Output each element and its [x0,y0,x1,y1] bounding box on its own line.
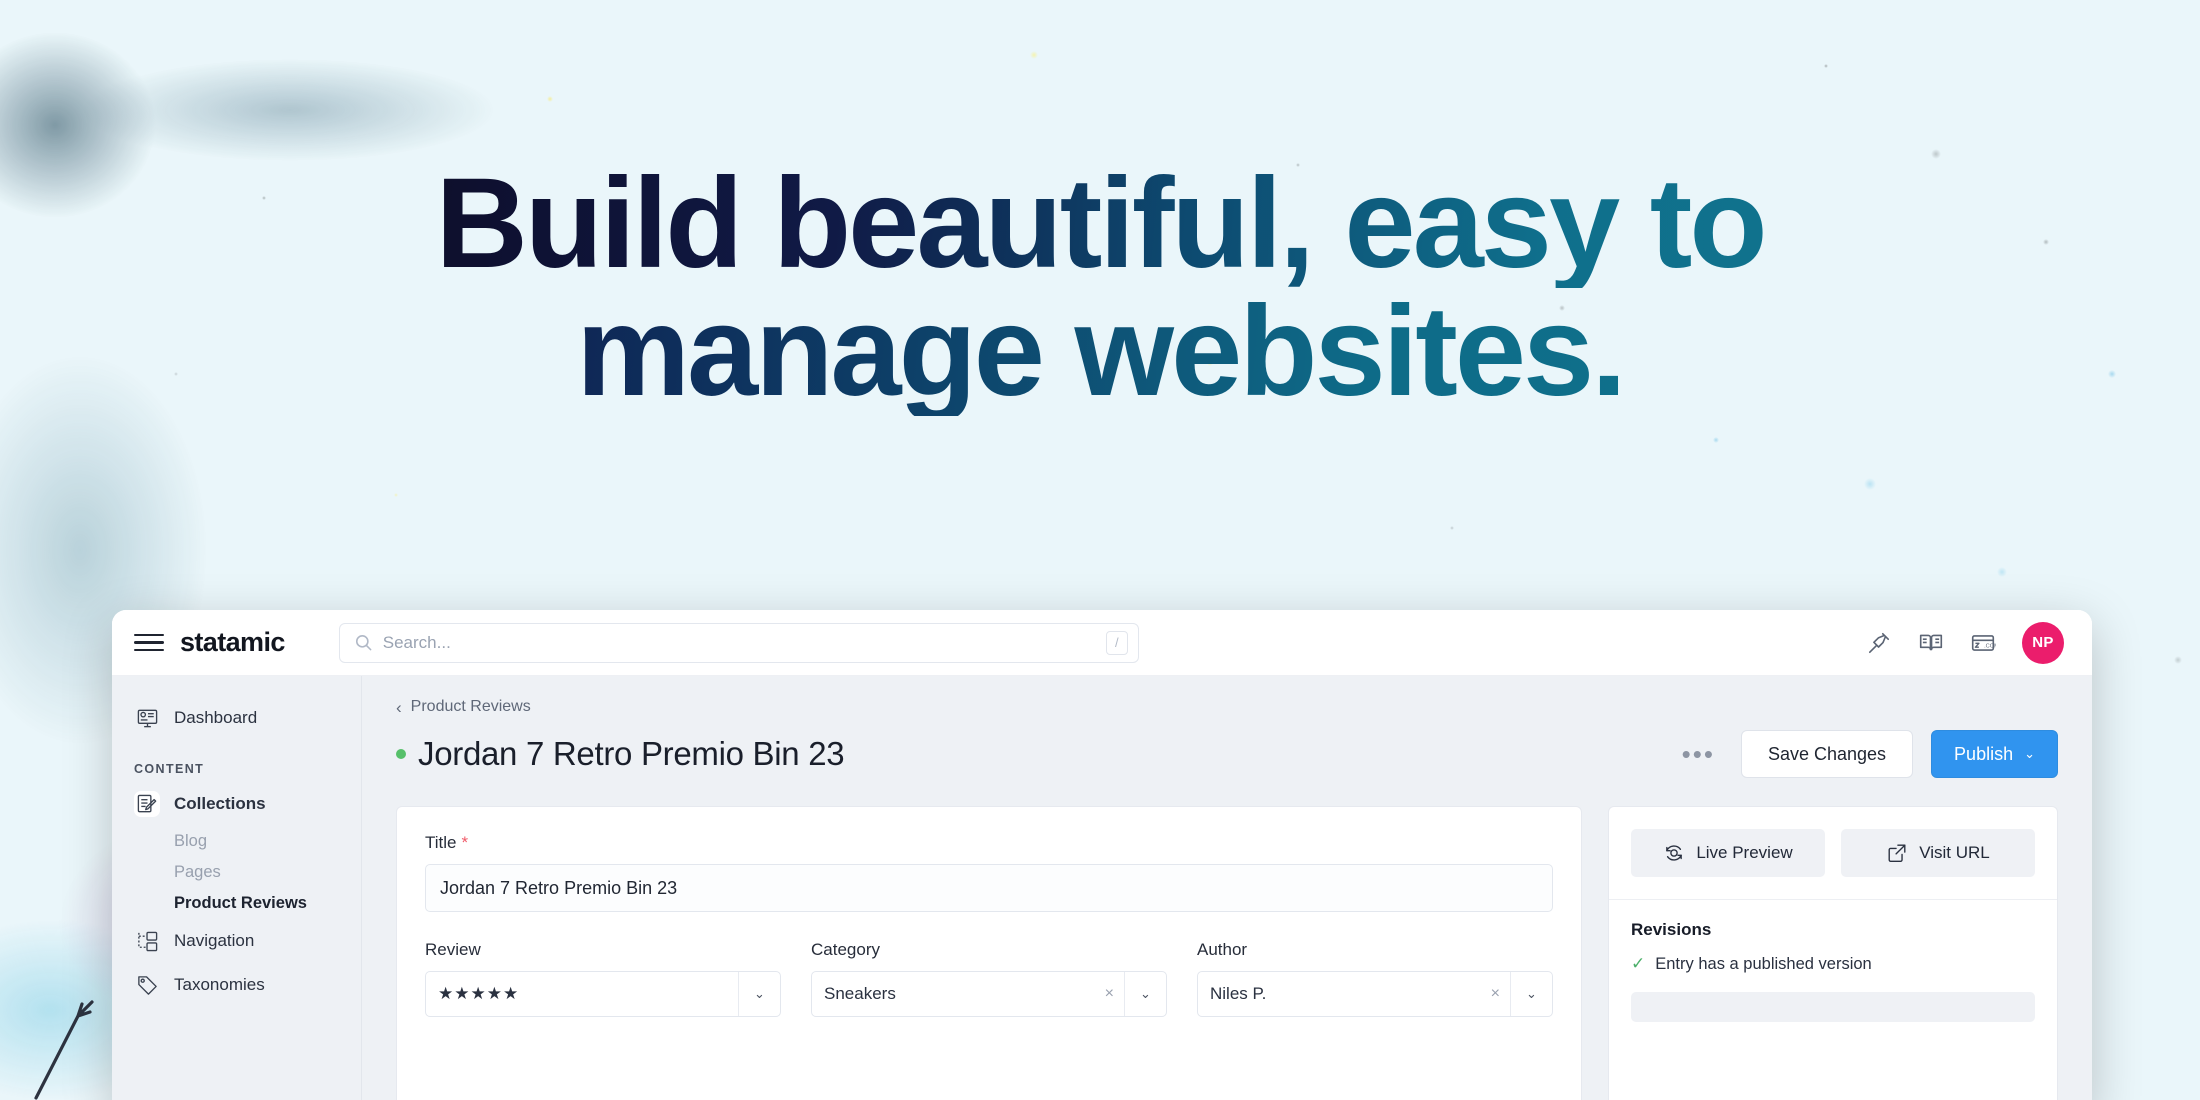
hamburger-icon[interactable] [134,628,164,658]
sidebar-item-taxonomies[interactable]: Taxonomies [112,963,361,1007]
publish-button[interactable]: Publish ⌄ [1931,730,2058,778]
sidebar-section-content: Content [134,762,205,776]
svg-text:.COM: .COM [1984,643,1996,649]
review-field-label: Review [425,940,481,959]
sidebar: Dashboard Content Collections Blog Pages [112,676,362,1100]
revision-placeholder-bar [1631,992,2035,1022]
author-value: Niles P. [1210,984,1267,1003]
author-select[interactable]: Niles P. × ⌄ [1197,971,1553,1017]
app-topbar: statamic Search... / .CO NP [112,610,2092,676]
live-preview-button[interactable]: Live Preview [1631,829,1825,877]
category-value: Sneakers [824,984,896,1003]
breadcrumb[interactable]: ‹ Product Reviews [396,698,2058,716]
title-label-text: Title [425,833,457,852]
check-icon: ✓ [1631,954,1646,973]
main-content: ‹ Product Reviews Jordan 7 Retro Premio … [362,676,2092,1100]
category-field-label: Category [811,940,880,959]
search-input[interactable]: Search... / [338,622,1139,663]
mouse-cursor-arrow [34,1000,94,1100]
search-shortcut-badge: / [1105,630,1128,655]
status-badge [396,749,406,759]
collections-icon [134,791,160,817]
more-options-button[interactable]: ••• [1674,740,1723,767]
navigation-icon [134,928,160,954]
title-row: Jordan 7 Retro Premio Bin 23 ••• Save Ch… [396,730,2058,778]
publish-button-label: Publish [1954,743,2014,764]
search-placeholder: Search... [382,632,451,652]
chevron-down-icon: ⌄ [2024,746,2035,761]
revision-status-label: Entry has a published version [1655,954,1872,973]
sidebar-item-label: Taxonomies [174,975,265,994]
sidebar-item-collections[interactable]: Collections [112,782,361,826]
save-button[interactable]: Save Changes [1740,730,1914,778]
dashboard-icon [134,705,160,731]
visit-url-label: Visit URL [1919,843,1990,862]
app-body: Dashboard Content Collections Blog Pages [112,676,2092,1100]
content-columns: Title * Review ★★★★★ ⌄ [396,806,2058,1100]
author-field-label: Author [1197,940,1248,959]
sidebar-subitem-blog[interactable]: Blog [112,826,361,857]
required-marker: * [461,833,469,852]
clear-icon[interactable]: × [1095,985,1124,1003]
live-preview-label: Live Preview [1696,843,1793,862]
side-panel-actions: Live Preview Visit URL [1609,807,2057,900]
chevron-down-icon[interactable]: ⌄ [738,972,780,1016]
sidebar-item-dashboard[interactable]: Dashboard [112,696,361,740]
sidebar-subitem-product-reviews[interactable]: Product Reviews [112,888,361,919]
brand-logo[interactable]: statamic [180,627,285,658]
chevron-down-icon[interactable]: ⌄ [1510,972,1552,1016]
chevron-left-icon: ‹ [396,697,402,717]
statamic-control-panel-window: statamic Search... / .CO NP Dashboard CO… [112,610,2092,1100]
chevron-down-icon[interactable]: ⌄ [1124,972,1166,1016]
topbar-actions: .COM NP [1866,621,2064,664]
field-category: Category Sneakers × ⌄ [811,940,1167,1017]
revisions-section: Revisions ✓ Entry has a published versio… [1609,900,2057,1022]
site-icon[interactable]: .COM [1970,630,1996,656]
entry-form-card: Title * Review ★★★★★ ⌄ [396,806,1582,1100]
taxonomies-icon [134,972,160,998]
external-link-icon [1886,842,1908,864]
category-select[interactable]: Sneakers × ⌄ [811,971,1167,1017]
page-title: Jordan 7 Retro Premio Bin 23 [418,735,845,772]
avatar[interactable]: NP [2022,621,2064,664]
field-review: Review ★★★★★ ⌄ [425,940,781,1017]
visit-url-button[interactable]: Visit URL [1841,829,2035,877]
live-preview-icon [1663,842,1685,864]
field-author: Author Niles P. × ⌄ [1197,940,1553,1017]
sidebar-item-label: Dashboard [174,708,258,727]
entry-side-panel: Live Preview Visit URL Revisions ✓ Entry… [1608,806,2058,1100]
sidebar-item-navigation[interactable]: Navigation [112,919,361,963]
sidebar-subitem-pages[interactable]: Pages [112,857,361,888]
search-icon [354,633,373,652]
revisions-title: Revisions [1631,920,1712,939]
title-input[interactable] [425,864,1553,912]
revision-status-row: ✓ Entry has a published version [1631,954,2035,974]
pin-icon[interactable] [1866,630,1892,656]
review-select[interactable]: ★★★★★ ⌄ [425,971,781,1017]
field-row: Review ★★★★★ ⌄ Category Sneakers × ⌄ Aut… [425,940,1553,1017]
book-icon[interactable] [1918,630,1944,656]
clear-icon[interactable]: × [1481,985,1510,1003]
breadcrumb-label: Product Reviews [410,698,531,715]
hero-background: Build beautiful, easy to manage websites… [0,0,2200,1100]
title-field-label: Title * [425,833,1553,853]
title-actions: ••• Save Changes Publish ⌄ [1674,730,2058,778]
review-value: ★★★★★ [438,984,520,1003]
sidebar-item-label: Navigation [174,931,255,950]
sidebar-item-label: Collections [174,794,266,813]
